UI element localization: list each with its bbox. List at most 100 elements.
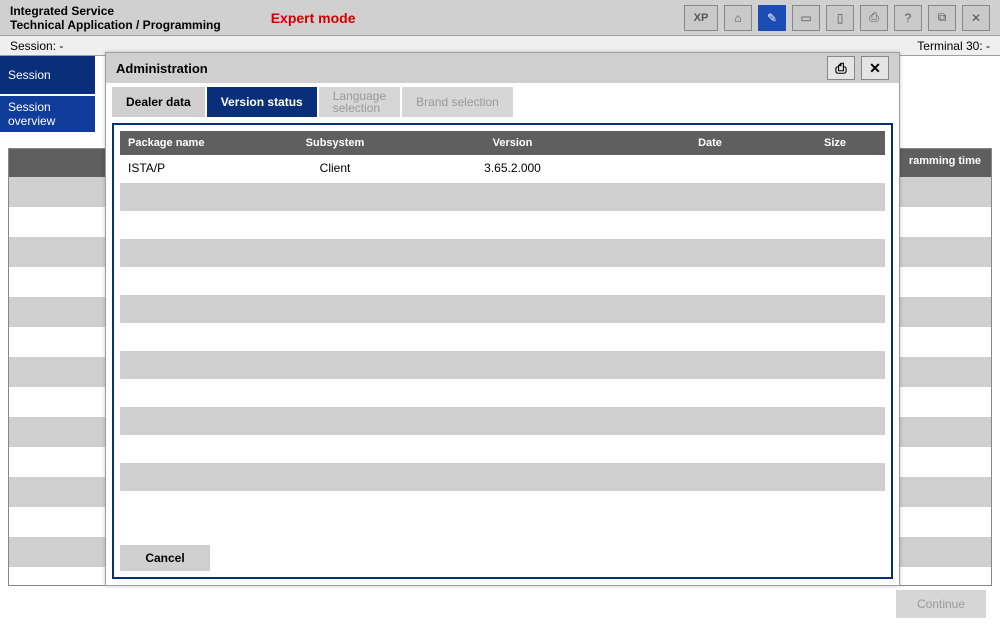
col-subsystem: Subsystem [280, 131, 390, 155]
table-row[interactable] [120, 407, 885, 435]
cell-c3 [390, 239, 635, 267]
cell-c2 [280, 239, 390, 267]
cell-c3 [390, 435, 635, 463]
cell-c2: Client [280, 155, 390, 183]
cell-c5 [785, 435, 885, 463]
cell-c1 [120, 351, 280, 379]
top-toolbar: Integrated Service Technical Application… [0, 0, 1000, 36]
cell-c5 [785, 267, 885, 295]
cell-c4 [635, 183, 785, 211]
table-row[interactable] [120, 267, 885, 295]
xp-button[interactable]: XP [684, 5, 718, 31]
cell-c5 [785, 239, 885, 267]
cell-c2 [280, 183, 390, 211]
cancel-button[interactable]: Cancel [120, 545, 210, 571]
cell-c4 [635, 239, 785, 267]
cell-c1 [120, 239, 280, 267]
cell-c4 [635, 211, 785, 239]
cell-c3 [390, 407, 635, 435]
home-icon[interactable]: ⌂ [724, 5, 752, 31]
table-row[interactable] [120, 463, 885, 491]
cell-c5 [785, 155, 885, 183]
app-title: Integrated Service Technical Application… [0, 2, 231, 34]
cell-c2 [280, 435, 390, 463]
table-row[interactable] [120, 435, 885, 463]
print-icon[interactable]: ⎙ [860, 5, 888, 31]
table-row[interactable] [120, 239, 885, 267]
cell-c4 [635, 379, 785, 407]
cell-c4 [635, 155, 785, 183]
tab-language-selection[interactable]: Language selection [319, 87, 400, 117]
print-modal-icon[interactable]: ⎙ [827, 56, 855, 80]
cell-c3 [390, 323, 635, 351]
cell-c3 [390, 295, 635, 323]
table-row[interactable] [120, 295, 885, 323]
table-row[interactable] [120, 351, 885, 379]
terminal-value: - [986, 39, 990, 53]
cell-c1 [120, 463, 280, 491]
device-icon[interactable]: ▯ [826, 5, 854, 31]
table-row[interactable] [120, 211, 885, 239]
cell-c4 [635, 295, 785, 323]
cell-c5 [785, 295, 885, 323]
col-package-name: Package name [120, 131, 280, 155]
modal-panel: Package name Subsystem Version Date Size… [112, 123, 893, 579]
cell-c2 [280, 295, 390, 323]
cell-c4 [635, 463, 785, 491]
cell-c3: 3.65.2.000 [390, 155, 635, 183]
cell-c3 [390, 183, 635, 211]
cell-c2 [280, 323, 390, 351]
settings-icon[interactable]: ⧉ [928, 5, 956, 31]
cell-c5 [785, 407, 885, 435]
cell-c1 [120, 435, 280, 463]
table-row[interactable]: ISTA/PClient3.65.2.000 [120, 155, 885, 183]
toolbar-icons: XP ⌂ ✎ ▭ ▯ ⎙ ? ⧉ ✕ [684, 5, 1000, 31]
sidebar-tab-session-overview[interactable]: Session overview [0, 96, 95, 134]
cell-c2 [280, 463, 390, 491]
bg-col-programming-time: ramming time [899, 149, 991, 173]
cell-c4 [635, 267, 785, 295]
session-label: Session: [10, 39, 56, 53]
cell-c5 [785, 463, 885, 491]
tab-brand-selection[interactable]: Brand selection [402, 87, 513, 117]
help-icon[interactable]: ? [894, 5, 922, 31]
cell-c3 [390, 463, 635, 491]
session-value: - [59, 39, 63, 53]
table-row[interactable] [120, 379, 885, 407]
cell-c3 [390, 267, 635, 295]
cell-c5 [785, 351, 885, 379]
cell-c5 [785, 183, 885, 211]
cell-c1 [120, 183, 280, 211]
continue-button[interactable]: Continue [896, 590, 986, 618]
sidebar: Session Session overview [0, 56, 95, 134]
cell-c3 [390, 211, 635, 239]
cell-c2 [280, 351, 390, 379]
cell-c5 [785, 323, 885, 351]
cell-c1 [120, 211, 280, 239]
cell-c1 [120, 407, 280, 435]
cell-c5 [785, 211, 885, 239]
administration-modal: Administration ⎙ ✕ Dealer data Version s… [105, 52, 900, 586]
cell-c4 [635, 407, 785, 435]
tab-dealer-data[interactable]: Dealer data [112, 87, 205, 117]
app-title-line2: Technical Application / Programming [10, 18, 221, 32]
cell-c2 [280, 211, 390, 239]
cell-c2 [280, 267, 390, 295]
cell-c1 [120, 323, 280, 351]
close-modal-icon[interactable]: ✕ [861, 56, 889, 80]
sidebar-tab-session[interactable]: Session [0, 56, 95, 96]
edit-icon[interactable]: ✎ [758, 5, 786, 31]
cell-c3 [390, 379, 635, 407]
table-row[interactable] [120, 323, 885, 351]
layout-icon[interactable]: ▭ [792, 5, 820, 31]
cell-c1 [120, 379, 280, 407]
cell-c5 [785, 379, 885, 407]
close-app-icon[interactable]: ✕ [962, 5, 990, 31]
col-version: Version [390, 131, 635, 155]
tab-version-status[interactable]: Version status [207, 87, 317, 117]
app-title-line1: Integrated Service [10, 4, 221, 18]
table-row[interactable] [120, 183, 885, 211]
table-header: Package name Subsystem Version Date Size [120, 131, 885, 155]
col-date: Date [635, 131, 785, 155]
cell-c2 [280, 407, 390, 435]
